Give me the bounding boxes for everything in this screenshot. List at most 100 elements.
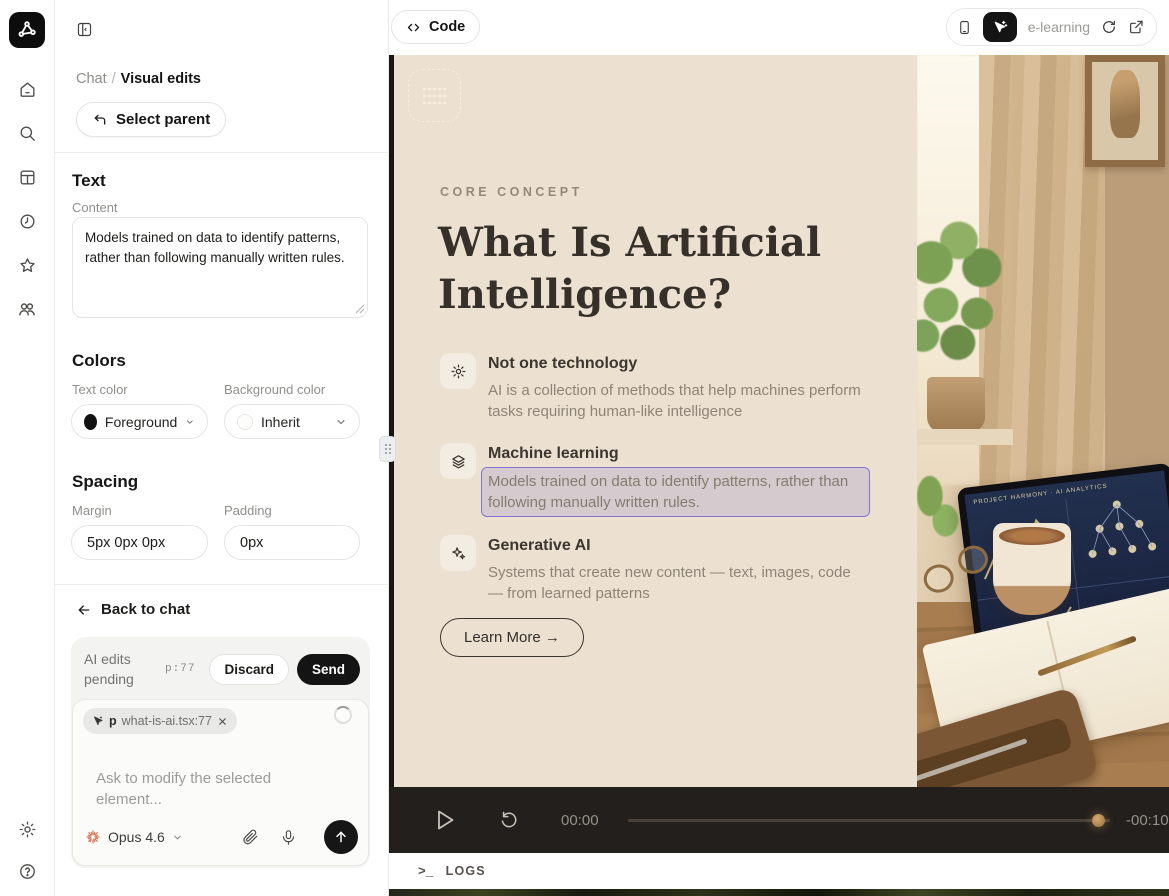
home-icon[interactable] <box>16 78 38 100</box>
photo-plant <box>917 220 1025 390</box>
grip-dots-icon <box>384 443 392 455</box>
photo-sliver <box>389 889 1169 896</box>
terminal-icon: >_ <box>418 864 434 879</box>
topbar: Code e-learning <box>389 0 1169 55</box>
background-color-label: Background color <box>224 382 325 397</box>
cog-icon <box>440 353 476 389</box>
live-preview: CORE CONCEPT What Is Artificial Intellig… <box>389 55 1169 787</box>
code-icon <box>406 20 421 35</box>
learn-more-button[interactable]: Learn More → <box>440 618 584 657</box>
content-textarea[interactable]: Models trained on data to identify patte… <box>72 217 368 318</box>
feature-item[interactable]: Not one technology AI is a collection of… <box>440 353 880 422</box>
model-name: Opus 4.6 <box>108 829 165 845</box>
claude-icon <box>85 829 101 845</box>
remaining-time: -00:10 <box>1126 812 1169 829</box>
panel-resize-handle[interactable] <box>379 436 396 462</box>
foreground-swatch <box>84 414 97 430</box>
margin-label: Margin <box>72 503 112 518</box>
feature-title[interactable]: Generative AI <box>488 537 866 555</box>
seek-knob[interactable] <box>1092 814 1105 827</box>
submit-message-button[interactable] <box>324 820 358 854</box>
discard-button[interactable]: Discard <box>209 654 289 685</box>
code-button[interactable]: Code <box>391 10 480 44</box>
margin-input[interactable] <box>71 525 208 560</box>
microphone-icon[interactable] <box>276 825 300 849</box>
composer-toolbar: Opus 4.6 <box>85 820 358 854</box>
visual-edits-panel: Chat/Visual edits Select parent Text Con… <box>55 0 389 896</box>
favorites-icon[interactable] <box>16 254 38 276</box>
composer-placeholder[interactable]: Ask to modify the selected element... <box>96 768 296 810</box>
text-section-title: Text <box>72 171 106 191</box>
cursor-sparkle-icon <box>92 715 104 727</box>
photo-leaves <box>917 475 961 545</box>
breadcrumb-current: Visual edits <box>121 71 201 87</box>
feature-title[interactable]: Machine learning <box>488 445 863 463</box>
hamburger-menu-icon[interactable] <box>408 69 461 122</box>
padding-input[interactable] <box>224 525 360 560</box>
feature-title[interactable]: Not one technology <box>488 355 866 373</box>
padding-label: Padding <box>224 503 272 518</box>
inherit-swatch <box>237 414 253 430</box>
refresh-icon[interactable] <box>1101 19 1117 35</box>
chevron-down-icon <box>335 416 347 428</box>
logs-toggle[interactable]: >_ LOGS <box>389 853 1169 889</box>
select-parent-button[interactable]: Select parent <box>76 102 226 137</box>
spacing-section-title: Spacing <box>72 472 138 492</box>
eyebrow-label[interactable]: CORE CONCEPT <box>440 185 583 199</box>
photo-picture-frame <box>1085 55 1165 167</box>
back-to-chat-button[interactable]: Back to chat <box>76 601 190 618</box>
cursor-sparkle-icon <box>992 19 1008 35</box>
corner-up-left-icon <box>92 112 108 128</box>
collapse-panel-icon[interactable] <box>76 21 93 38</box>
hero-heading[interactable]: What Is Artificial Intelligence? <box>438 217 898 321</box>
ai-edits-card: AI edits pending p:77 Discard Send p wha… <box>71 637 370 868</box>
loading-spinner <box>334 706 352 724</box>
feature-description[interactable]: Systems that create new content — text, … <box>488 562 866 604</box>
divider <box>55 152 389 153</box>
photo-windowsill <box>917 429 1013 445</box>
restart-button[interactable] <box>499 809 519 830</box>
arrow-left-icon <box>76 602 92 618</box>
breadcrumb: Chat / Visual edits <box>76 71 201 87</box>
seek-bar[interactable] <box>628 819 1110 822</box>
feature-description-selected[interactable]: Models trained on data to identify patte… <box>481 467 870 517</box>
feature-description[interactable]: AI is a collection of methods that help … <box>488 380 866 422</box>
project-name: e-learning <box>1028 19 1090 35</box>
selected-element-chip[interactable]: p what-is-ai.tsx:77 <box>83 708 237 734</box>
mobile-device-icon[interactable] <box>957 19 972 36</box>
settings-icon[interactable] <box>16 818 38 840</box>
search-icon[interactable] <box>16 122 38 144</box>
arrow-up-icon <box>333 829 349 845</box>
hero-photo: PROJECT HARMONY · AI ANALYTICS <box>917 55 1169 787</box>
attachment-icon[interactable] <box>238 825 262 849</box>
open-external-icon[interactable] <box>1128 19 1144 35</box>
icon-rail <box>0 0 55 896</box>
photo-plant-pot <box>927 377 985 433</box>
workspace: Code e-learning CORE CONCEPT What Is Art… <box>389 0 1169 896</box>
send-edits-button[interactable]: Send <box>297 654 360 685</box>
projects-icon[interactable] <box>16 166 38 188</box>
chip-file-ref: what-is-ai.tsx:77 <box>122 714 212 728</box>
history-icon[interactable] <box>16 210 38 232</box>
chevron-down-icon <box>172 832 183 843</box>
community-icon[interactable] <box>16 298 38 320</box>
chat-composer[interactable]: p what-is-ai.tsx:77 Ask to modify the se… <box>72 699 369 866</box>
back-to-chat-label: Back to chat <box>101 601 190 618</box>
text-color-select[interactable]: Foreground <box>71 404 208 439</box>
app-logo[interactable] <box>9 12 45 48</box>
feature-item[interactable]: Generative AI Systems that create new co… <box>440 535 880 604</box>
feature-item[interactable]: Machine learning Models trained on data … <box>440 443 880 514</box>
text-color-label: Text color <box>72 382 128 397</box>
breadcrumb-separator: / <box>112 71 116 87</box>
model-selector[interactable]: Opus 4.6 <box>85 829 183 845</box>
help-icon[interactable] <box>16 860 38 882</box>
select-mode-button[interactable] <box>983 12 1017 42</box>
audio-player: 00:00 -00:10 <box>389 787 1169 853</box>
play-button[interactable] <box>436 809 455 831</box>
breadcrumb-chat[interactable]: Chat <box>76 71 107 87</box>
background-color-value: Inherit <box>261 414 300 430</box>
select-parent-label: Select parent <box>116 111 210 128</box>
chip-close-icon[interactable] <box>217 716 228 727</box>
background-color-select[interactable]: Inherit <box>224 404 360 439</box>
photo-coffee-cup <box>993 523 1071 615</box>
